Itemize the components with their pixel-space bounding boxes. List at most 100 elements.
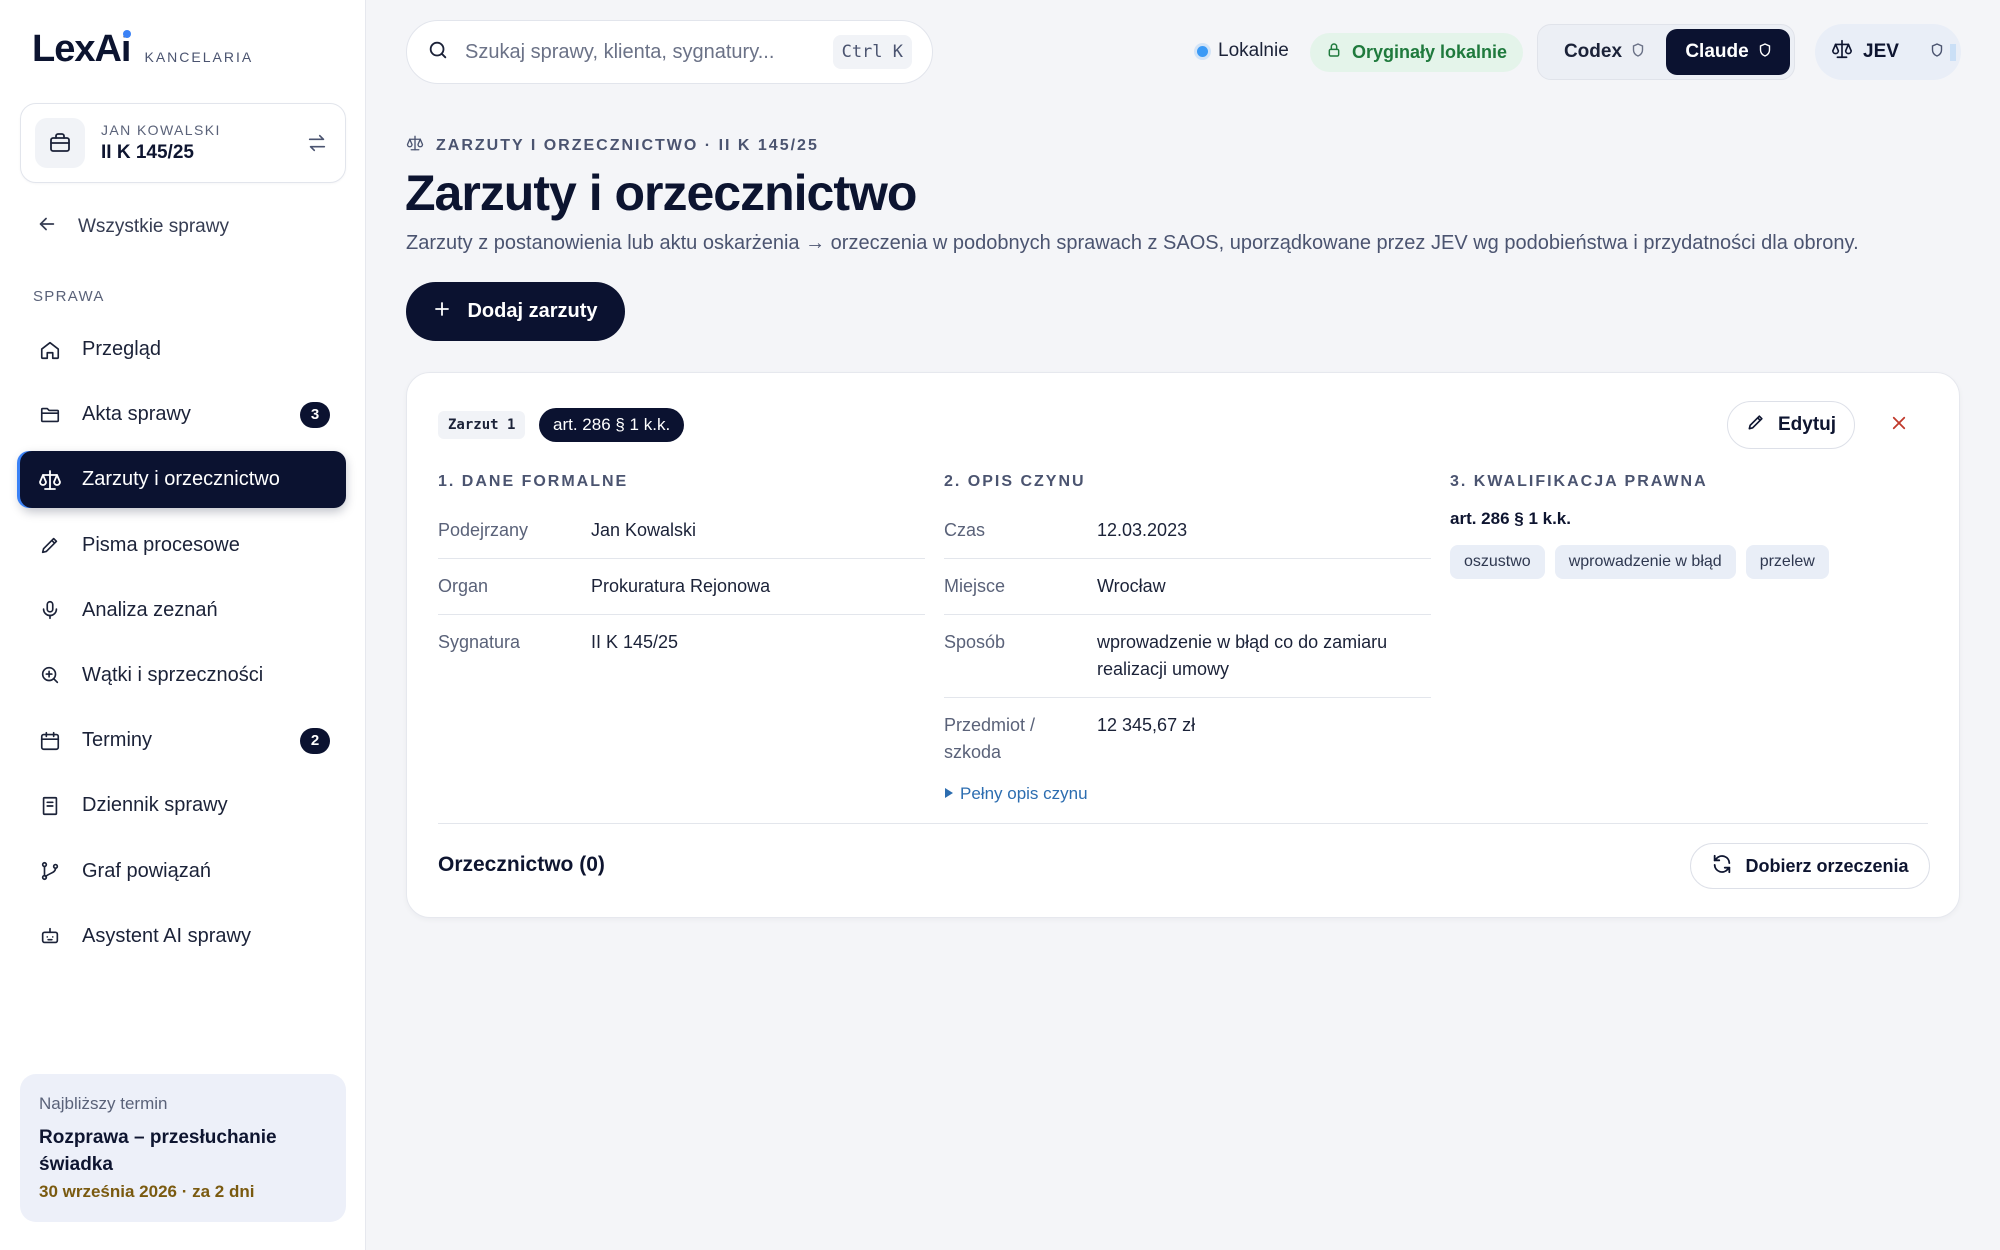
charge-card: Zarzut 1 art. 286 § 1 k.k. Edytuj 1. DAN… <box>406 372 1960 918</box>
match-rulings-label: Dobierz orzeczenia <box>1745 855 1909 876</box>
divider <box>438 823 1928 824</box>
sidebar-item-deadlines[interactable]: Terminy 2 <box>20 712 346 769</box>
field-value: Wrocław <box>1097 576 1166 596</box>
jev-label: JEV <box>1863 41 1899 62</box>
field-row: Sposób wprowadzenie w błąd co do zamiaru… <box>944 615 1431 698</box>
charge-number-tag: Zarzut 1 <box>438 411 526 439</box>
field-label: Sposób <box>944 632 1006 652</box>
logo-subtitle: KANCELARIA <box>144 49 254 65</box>
shield-icon <box>1931 41 1943 63</box>
sidebar-item-charges[interactable]: Zarzuty i orzecznictwo <box>20 451 346 509</box>
edit-charge-button[interactable]: Edytuj <box>1727 401 1855 449</box>
field-row: Przedmiot / szkoda 12 345,67 zł <box>944 698 1431 780</box>
logo-wordmark: LexAi <box>32 28 132 70</box>
sidebar-item-graph[interactable]: Graf powiązań <box>20 843 346 900</box>
formal-data-section: 1. DANE FORMALNE Podejrzany Jan Kowalski… <box>438 473 925 670</box>
originals-local-badge: Oryginały lokalnie <box>1310 33 1524 72</box>
back-link-label: Wszystkie sprawy <box>78 216 229 237</box>
section-title: 1. DANE FORMALNE <box>438 473 629 490</box>
case-switcher[interactable]: JAN KOWALSKI II K 145/25 <box>20 103 346 183</box>
sidebar-item-threads[interactable]: Wątki i sprzeczności <box>20 647 346 704</box>
app-logo[interactable]: LexAi KANCELARIA <box>32 28 253 71</box>
home-icon <box>38 338 62 362</box>
field-row: Organ Prokuratura Rejonowa <box>438 559 925 615</box>
case-number: II K 145/25 <box>101 142 194 163</box>
count-badge: 3 <box>300 401 330 428</box>
global-search[interactable]: Szukaj sprawy, klienta, sygnatury... Ctr… <box>406 20 933 84</box>
sidebar-item-pleadings[interactable]: Pisma procesowe <box>20 517 346 574</box>
scale-icon <box>406 134 424 157</box>
sidebar-item-ai-assistant[interactable]: Asystent AI sprawy <box>20 908 346 965</box>
delete-charge-button[interactable] <box>1885 411 1913 439</box>
microphone-icon <box>38 598 62 622</box>
sidebar-item-overview[interactable]: Przegląd <box>20 321 346 378</box>
act-description-section: 2. OPIS CZYNU Czas 12.03.2023 Miejsce Wr… <box>944 473 1431 804</box>
scale-icon <box>38 468 62 492</box>
sidebar-item-journal[interactable]: Dziennik sprawy <box>20 777 346 834</box>
jev-status[interactable]: JEV <box>1815 24 1961 80</box>
field-row: Miejsce Wrocław <box>944 559 1431 615</box>
field-row: Czas 12.03.2023 <box>944 503 1431 559</box>
back-all-cases-link[interactable]: Wszystkie sprawy <box>36 213 229 241</box>
sidebar-section-label: SPRAWA <box>33 288 105 305</box>
shield-icon <box>1632 41 1644 63</box>
model-switcher: Codex Claude <box>1537 24 1795 80</box>
field-value: Prokuratura Rejonowa <box>591 576 771 596</box>
full-description-label: Pełny opis czynu <box>960 784 1088 803</box>
close-icon <box>1890 414 1908 437</box>
pencil-icon <box>38 533 62 557</box>
field-row: Podejrzany Jan Kowalski <box>438 503 925 559</box>
next-deadline-card[interactable]: Najbliższy termin Rozprawa – przesłuchan… <box>20 1074 346 1222</box>
field-value: 12 345,67 zł <box>1097 715 1196 735</box>
qualification-tags: oszustwo wprowadzenie w błąd przelew <box>1450 545 1930 579</box>
search-shortcut: Ctrl K <box>832 35 912 69</box>
count-badge: 2 <box>300 727 330 754</box>
local-status: Lokalnie <box>1197 40 1289 62</box>
field-label: Podejrzany <box>438 520 529 540</box>
model-option-codex[interactable]: Codex <box>1542 29 1666 75</box>
scale-icon <box>1831 38 1853 66</box>
match-rulings-button[interactable]: Dobierz orzeczenia <box>1690 843 1930 889</box>
model-option-claude[interactable]: Claude <box>1666 29 1790 75</box>
field-label: Przedmiot / szkoda <box>944 715 1036 762</box>
full-description-toggle[interactable]: Pełny opis czynu <box>944 784 1431 804</box>
search-icon <box>427 39 449 66</box>
arrow-left-icon <box>36 213 58 241</box>
field-value: wprowadzenie w błąd co do zamiaru realiz… <box>1097 632 1388 679</box>
swap-icon[interactable] <box>303 129 331 157</box>
model-label: Codex <box>1563 41 1623 62</box>
field-value: 12.03.2023 <box>1097 520 1188 540</box>
deadline-date: 30 września 2026 · za 2 dni <box>39 1182 255 1201</box>
search-input[interactable]: Szukaj sprawy, klienta, sygnatury... <box>465 41 833 64</box>
sidebar: LexAi KANCELARIA JAN KOWALSKI II K 145/2… <box>0 0 366 1250</box>
shield-icon <box>1759 41 1771 63</box>
rulings-title: Orzecznictwo (0) <box>438 853 605 876</box>
sidebar-item-label: Zarzuty i orzecznictwo <box>82 468 280 491</box>
breadcrumb-text: ZARZUTY I ORZECZNICTWO · II K 145/25 <box>436 136 819 154</box>
sidebar-nav: Przegląd Akta sprawy 3 Zarzuty i orzeczn… <box>20 321 346 973</box>
deadline-title: Rozprawa – przesłuchanie świadka <box>39 1127 277 1175</box>
originals-label: Oryginały lokalnie <box>1352 42 1508 62</box>
sidebar-item-label: Akta sprawy <box>82 403 191 426</box>
sidebar-item-case-files[interactable]: Akta sprawy 3 <box>20 386 346 443</box>
field-value: Jan Kowalski <box>591 520 697 540</box>
local-status-label: Lokalnie <box>1218 40 1289 61</box>
search-plus-icon <box>38 663 62 687</box>
add-charges-button[interactable]: Dodaj zarzuty <box>406 282 625 341</box>
graph-icon <box>38 859 62 883</box>
briefcase-icon <box>35 118 85 168</box>
qualification-chip: przelew <box>1745 545 1829 579</box>
lock-icon <box>1326 41 1342 64</box>
case-client-name: JAN KOWALSKI <box>101 122 221 138</box>
qualification-article: art. 286 § 1 k.k. <box>1450 509 1571 528</box>
pencil-icon <box>1746 412 1766 438</box>
bot-icon <box>38 924 62 948</box>
charge-article-tag: art. 286 § 1 k.k. <box>539 408 685 442</box>
logo-dot-icon <box>123 30 132 38</box>
breadcrumb: ZARZUTY I ORZECZNICTWO · II K 145/25 <box>406 134 819 157</box>
section-title: 3. KWALIFIKACJA PRAWNA <box>1450 473 1708 490</box>
sidebar-item-testimony[interactable]: Analiza zeznań <box>20 582 346 639</box>
field-label: Czas <box>944 520 986 540</box>
sidebar-item-label: Dziennik sprawy <box>82 794 228 817</box>
sidebar-item-label: Pisma procesowe <box>82 533 240 556</box>
